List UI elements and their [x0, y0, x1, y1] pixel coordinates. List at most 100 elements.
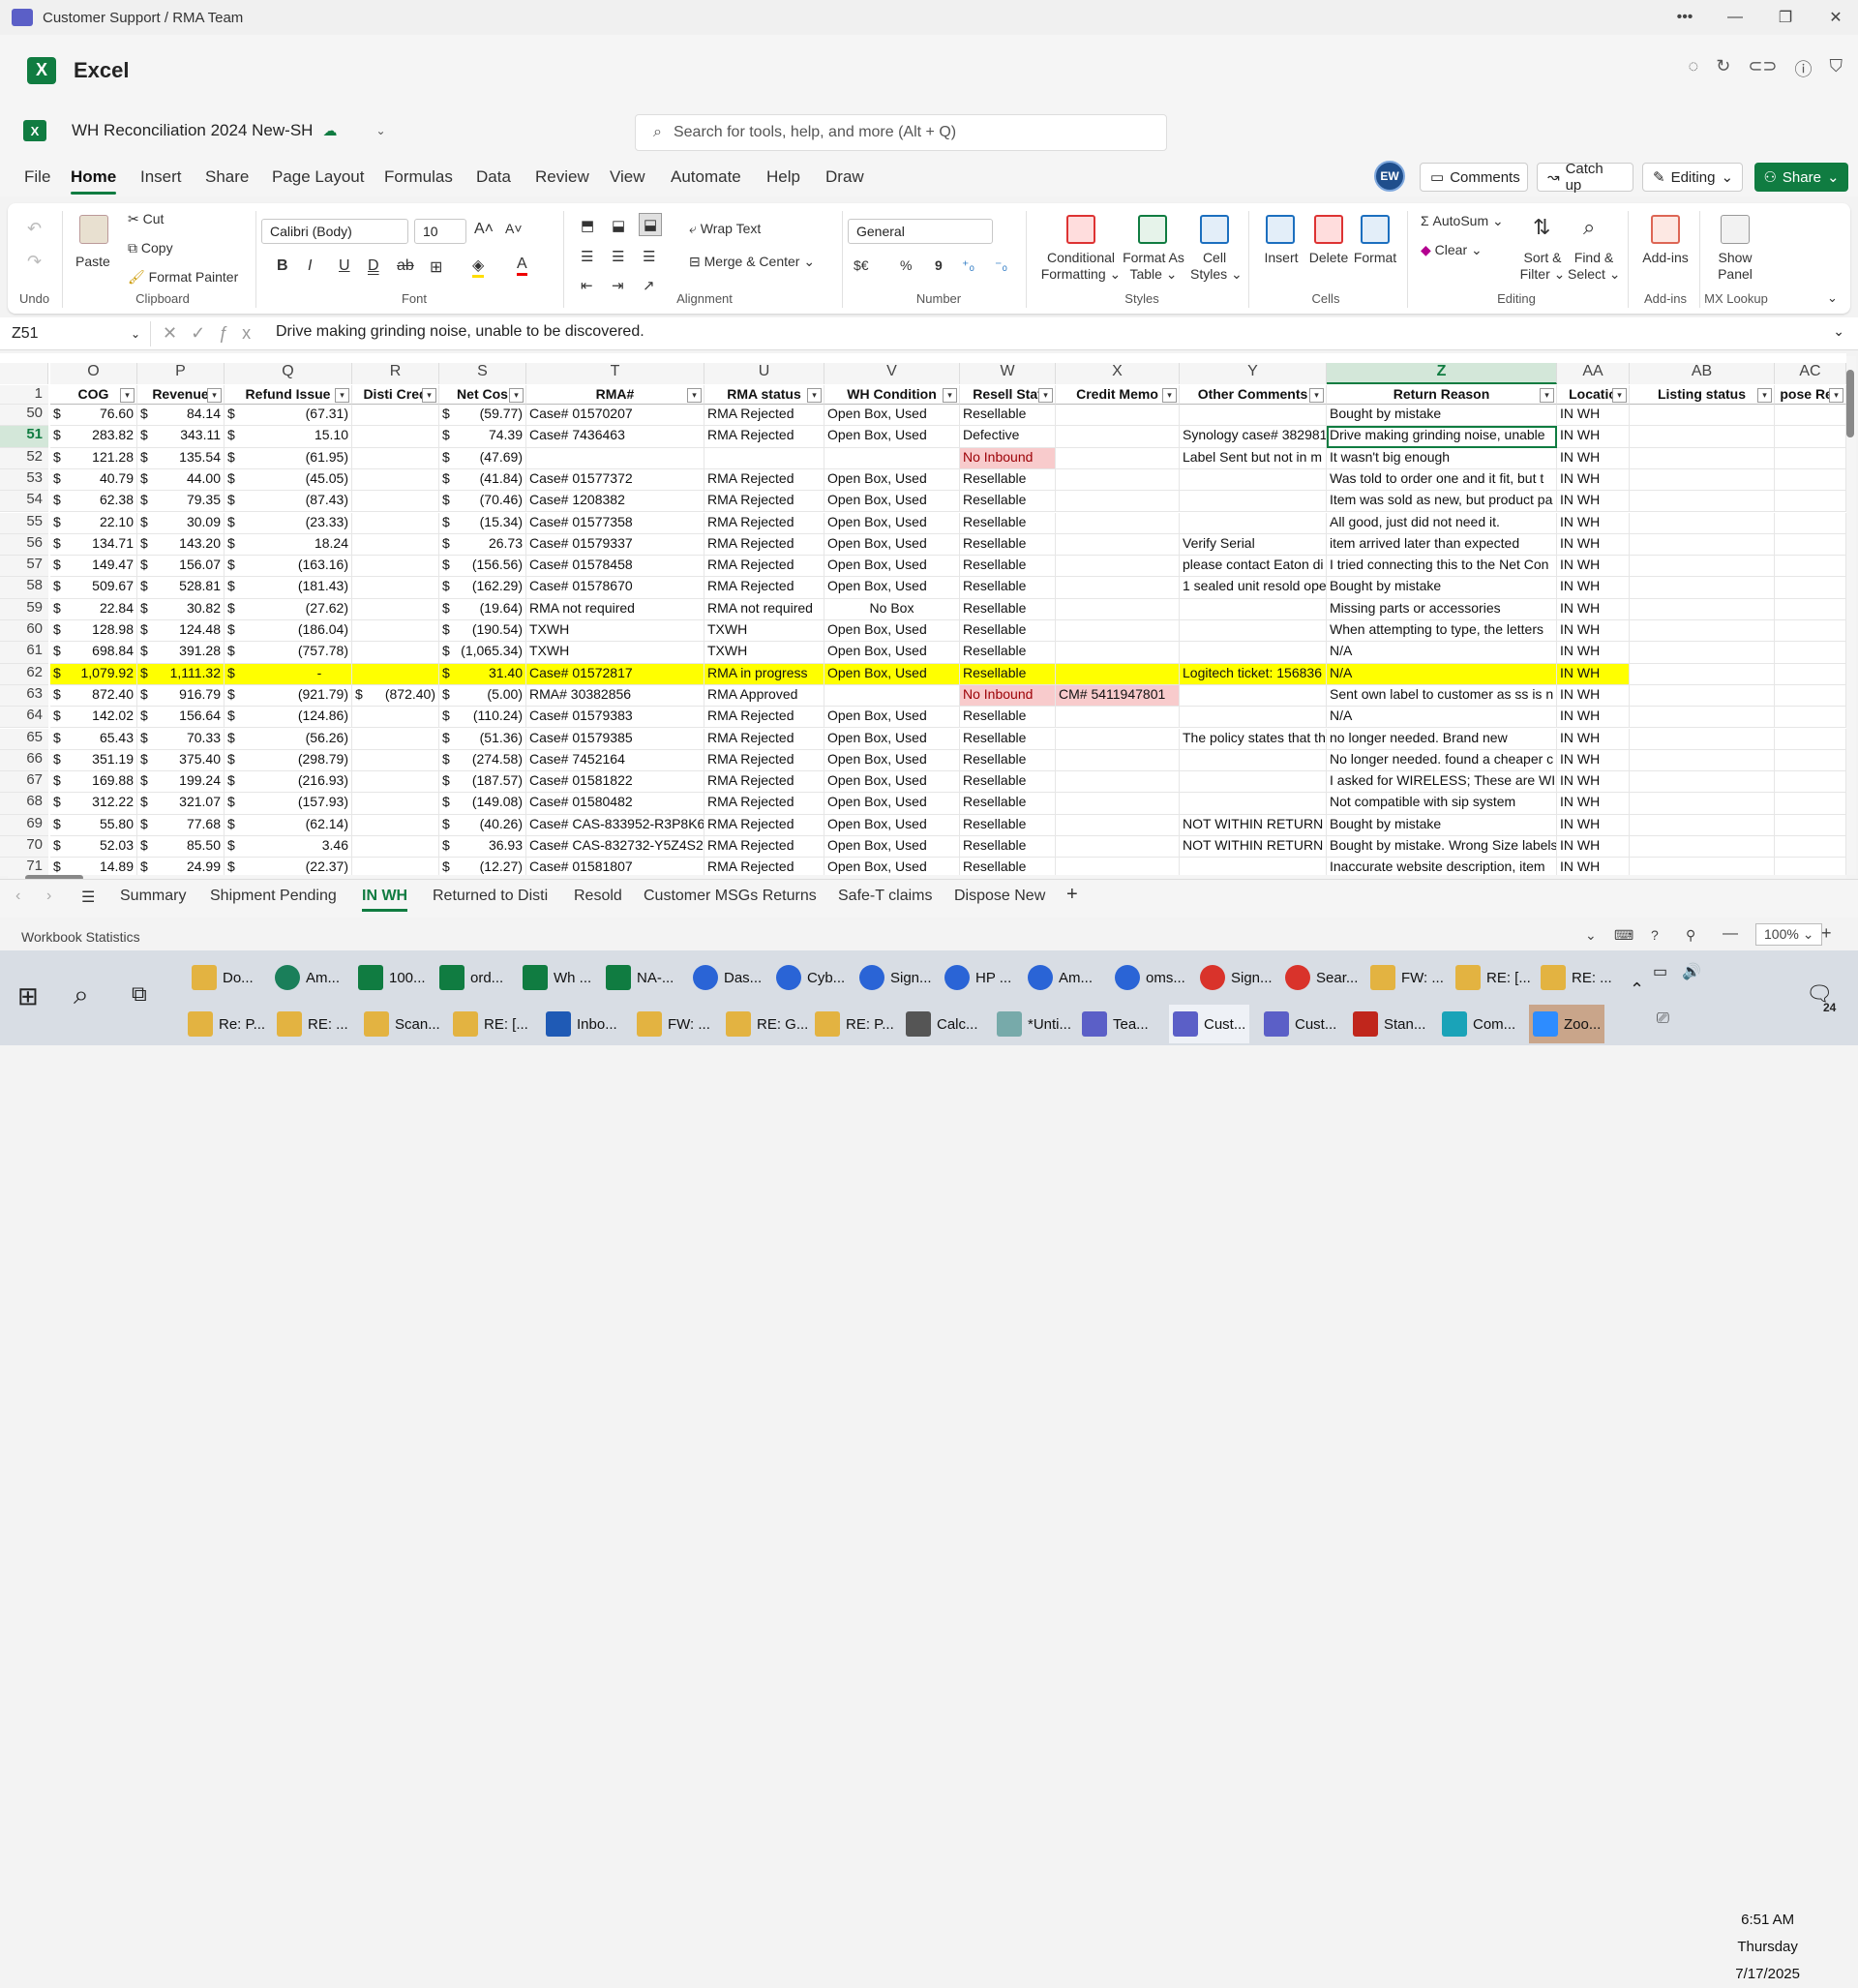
cell-u-56[interactable]: RMA Rejected [704, 533, 824, 557]
cell-ab-61[interactable] [1630, 642, 1775, 664]
cell-u-68[interactable]: RMA Rejected [704, 793, 824, 815]
format-as-table-icon[interactable] [1138, 215, 1167, 244]
cell-q-69[interactable]: $ (62.14) [225, 814, 352, 836]
row-header[interactable]: 65 [0, 728, 48, 750]
increase-font-icon[interactable]: A˄ [474, 221, 494, 238]
cell-y-60[interactable] [1180, 620, 1327, 643]
taskbar-app[interactable]: FW: ... [633, 1005, 714, 1043]
cell-y-71[interactable] [1180, 858, 1327, 876]
cell-aa-57[interactable]: IN WH [1557, 556, 1630, 578]
redo-icon[interactable]: ↷ [27, 252, 42, 272]
cell-o-54[interactable]: $62.38 [50, 491, 137, 513]
taskbar-app[interactable]: Com... [1438, 1005, 1519, 1043]
windows-start-icon[interactable]: ⊞ [17, 981, 39, 1011]
cell-u-52[interactable] [704, 447, 824, 469]
display-icon[interactable]: ⎚ [1657, 1010, 1669, 1028]
cell-s-54[interactable]: $ (70.46) [439, 491, 526, 513]
decrease-indent-icon[interactable]: ⇤ [581, 277, 593, 294]
cell-x-59[interactable] [1056, 598, 1180, 620]
taskbar-app[interactable]: *Unti... [993, 1005, 1075, 1043]
cell-w-55[interactable]: Resellable [960, 512, 1056, 534]
cell-x-65[interactable] [1056, 728, 1180, 750]
cell-w-57[interactable]: Resellable [960, 556, 1056, 578]
cell-u-69[interactable]: RMA Rejected [704, 814, 824, 836]
filter-dropdown-icon[interactable]: ▾ [943, 388, 957, 403]
taskbar-app[interactable]: Am... [1024, 958, 1096, 997]
autosum-button[interactable]: AutoSum [1433, 213, 1489, 228]
sheet-tab-active[interactable]: IN WH [362, 888, 408, 912]
spreadsheet-grid[interactable]: O P Q R S T U V W X Y Z AA AB AC 1 COG ▾ Revenue ▾ Refund Is… [0, 353, 1846, 876]
cell-x-53[interactable] [1056, 468, 1180, 492]
row-header[interactable]: 62 [0, 663, 48, 685]
cell-ac-71[interactable] [1775, 858, 1846, 876]
cell-ab-62[interactable] [1630, 663, 1775, 685]
cell-p-55[interactable]: $30.09 [137, 512, 225, 534]
filter-dropdown-icon[interactable]: ▾ [422, 388, 436, 403]
cell-t-53[interactable]: Case# 01577372 [526, 468, 704, 492]
underline-icon[interactable]: U [339, 257, 350, 275]
cell-z-59[interactable]: Missing parts or accessories [1327, 598, 1557, 620]
row-header[interactable]: 60 [0, 620, 48, 643]
cell-q-61[interactable]: $ (757.78) [225, 642, 352, 664]
cell-w-53[interactable]: Resellable [960, 468, 1056, 492]
cell-o-70[interactable]: $52.03 [50, 836, 137, 858]
cell-q-54[interactable]: $ (87.43) [225, 491, 352, 513]
undo-icon[interactable]: ↶ [27, 219, 42, 239]
taskbar-app[interactable]: Do... [188, 958, 257, 997]
filter-dropdown-icon[interactable]: ▾ [1829, 388, 1843, 403]
cell-u-71[interactable]: RMA Rejected [704, 858, 824, 876]
cell-z-50[interactable]: Bought by mistake [1327, 405, 1557, 427]
cell-ab-51[interactable] [1630, 426, 1775, 448]
row-header[interactable]: 51 [0, 426, 48, 448]
cell-y-55[interactable] [1180, 512, 1327, 534]
cell-t-66[interactable]: Case# 7452164 [526, 749, 704, 772]
cell-x-69[interactable] [1056, 814, 1180, 836]
search-box[interactable]: ⌕ Search for tools, help, and more (Alt … [635, 114, 1167, 151]
cell-aa-52[interactable]: IN WH [1557, 447, 1630, 469]
cell-x-55[interactable] [1056, 512, 1180, 534]
tab-review[interactable]: Review [535, 167, 589, 187]
cell-ab-68[interactable] [1630, 793, 1775, 815]
cell-s-55[interactable]: $ (15.34) [439, 512, 526, 534]
cell-p-61[interactable]: $391.28 [137, 642, 225, 664]
cell-ac-60[interactable] [1775, 620, 1846, 643]
cell-ac-58[interactable] [1775, 577, 1846, 599]
filter-dropdown-icon[interactable]: ▾ [509, 388, 524, 403]
conditional-formatting-button[interactable]: Conditional Formatting ⌄ [1039, 250, 1123, 283]
cell-p-64[interactable]: $156.64 [137, 707, 225, 729]
tab-page-layout[interactable]: Page Layout [272, 167, 364, 187]
cell-s-56[interactable]: $26.73 [439, 533, 526, 557]
row-header[interactable]: 56 [0, 533, 48, 557]
cell-x-66[interactable] [1056, 749, 1180, 772]
cell-styles-button[interactable]: Cell Styles ⌄ [1190, 250, 1243, 283]
vertical-scrollbar[interactable] [1846, 356, 1856, 875]
cell-aa-58[interactable]: IN WH [1557, 577, 1630, 599]
cell-y-50[interactable] [1180, 405, 1327, 427]
cell-ac-53[interactable] [1775, 468, 1846, 492]
cell-x-67[interactable] [1056, 771, 1180, 794]
cell-u-64[interactable]: RMA Rejected [704, 707, 824, 729]
cell-v-59[interactable]: No Box [824, 598, 960, 620]
cell-u-53[interactable]: RMA Rejected [704, 468, 824, 492]
cell-x-70[interactable] [1056, 836, 1180, 858]
formula-controls-icon[interactable]: ✕✓ƒx [163, 323, 264, 344]
cell-r-62[interactable] [352, 663, 439, 685]
cell-o-66[interactable]: $351.19 [50, 749, 137, 772]
font-family-select[interactable]: Calibri (Body) [261, 219, 408, 244]
system-clock[interactable]: 6:51 AM Thursday 7/17/2025 [1735, 1907, 1800, 1988]
chevron-up-icon[interactable]: ⌃ [1630, 979, 1644, 1000]
cell-r-57[interactable] [352, 556, 439, 578]
cell-v-66[interactable]: Open Box, Used [824, 749, 960, 772]
tab-share[interactable]: Share [205, 167, 249, 187]
taskbar-app[interactable]: Sear... [1281, 958, 1362, 997]
cell-u-57[interactable]: RMA Rejected [704, 556, 824, 578]
format-cells-icon[interactable] [1361, 215, 1390, 244]
cell-u-61[interactable]: TXWH [704, 642, 824, 664]
zoom-level[interactable]: 100% ⌄ [1755, 923, 1823, 946]
cell-r-65[interactable] [352, 728, 439, 750]
cell-aa-61[interactable]: IN WH [1557, 642, 1630, 664]
cell-u-54[interactable]: RMA Rejected [704, 491, 824, 513]
cell-v-52[interactable] [824, 447, 960, 469]
cell-o-63[interactable]: $872.40 [50, 684, 137, 708]
cell-r-61[interactable] [352, 642, 439, 664]
